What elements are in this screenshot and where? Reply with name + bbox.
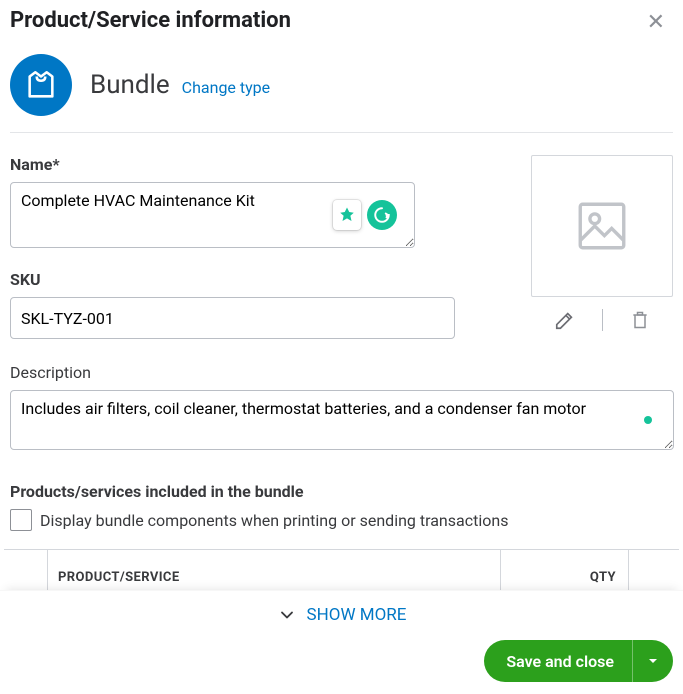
panel-title: Product/Service information — [10, 8, 291, 33]
bundle-section-label: Products/services included in the bundle — [10, 482, 673, 501]
chevron-down-icon — [277, 605, 297, 625]
bundle-type-icon — [10, 54, 72, 116]
image-placeholder[interactable] — [531, 155, 673, 297]
grammarly-icon[interactable] — [367, 200, 397, 230]
edit-image-icon[interactable] — [554, 309, 576, 331]
name-label: Name* — [10, 155, 511, 174]
close-icon[interactable]: ✕ — [639, 8, 673, 38]
delete-image-icon[interactable] — [629, 309, 651, 331]
change-type-link[interactable]: Change type — [182, 78, 270, 97]
sku-input[interactable] — [10, 297, 455, 339]
save-and-close-button[interactable]: Save and close — [484, 640, 673, 682]
show-more-label: SHOW MORE — [307, 605, 407, 625]
show-more-button[interactable]: SHOW MORE — [0, 590, 683, 638]
grammarly-widget — [333, 200, 397, 230]
type-name: Bundle — [90, 70, 170, 100]
caret-down-icon — [647, 655, 659, 667]
grammarly-tone-icon[interactable] — [333, 200, 361, 230]
divider — [602, 309, 603, 331]
display-components-label: Display bundle components when printing … — [40, 511, 508, 530]
save-button-label: Save and close — [484, 640, 632, 682]
description-input[interactable] — [10, 390, 674, 450]
display-components-checkbox[interactable] — [10, 509, 32, 531]
description-label: Description — [10, 363, 673, 382]
sku-label: SKU — [10, 270, 511, 289]
save-dropdown-caret[interactable] — [632, 640, 673, 682]
grammarly-dot-icon — [644, 416, 652, 424]
